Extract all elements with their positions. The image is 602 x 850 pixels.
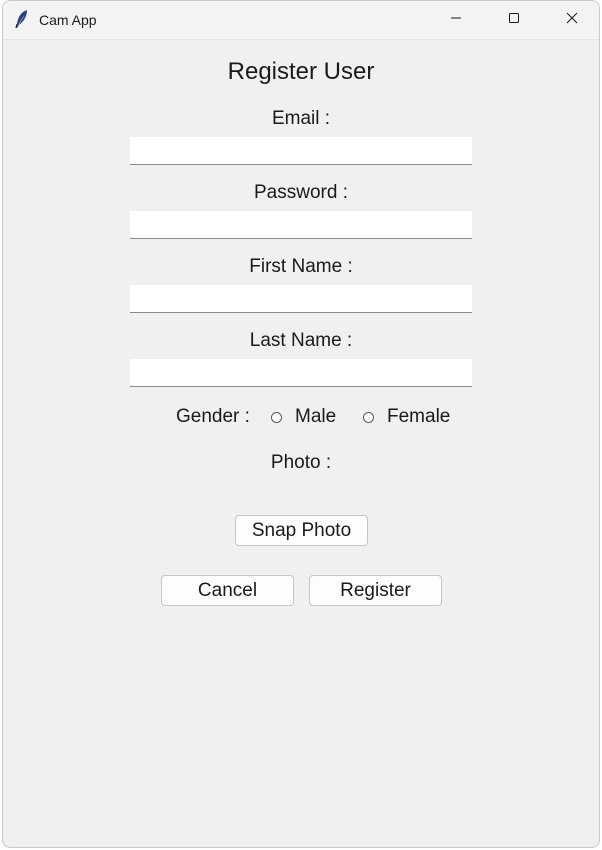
- window-title: Cam App: [39, 12, 97, 28]
- cancel-button[interactable]: Cancel: [161, 575, 294, 606]
- title-bar[interactable]: Cam App: [3, 1, 599, 40]
- password-label: Password :: [254, 182, 348, 203]
- minimize-button[interactable]: [427, 1, 485, 39]
- password-field[interactable]: [130, 211, 472, 239]
- minimize-icon: [450, 11, 462, 29]
- app-window: Cam App Register User Email : Password :…: [2, 0, 600, 848]
- close-button[interactable]: [543, 1, 599, 39]
- gender-male-radio[interactable]: Male: [271, 406, 336, 428]
- first-name-label: First Name :: [249, 256, 353, 277]
- gender-row: Gender : Male Female: [3, 406, 599, 432]
- register-button[interactable]: Register: [309, 575, 442, 606]
- email-field[interactable]: [130, 137, 472, 165]
- gender-male-label: Male: [295, 406, 337, 427]
- email-label: Email :: [271, 108, 331, 129]
- page-title: Register User: [227, 58, 375, 85]
- snap-photo-button[interactable]: Snap Photo: [235, 515, 368, 546]
- feather-icon: [13, 9, 31, 29]
- last-name-field[interactable]: [130, 359, 472, 387]
- gender-label: Gender :: [176, 406, 250, 427]
- first-name-field[interactable]: [130, 285, 472, 313]
- gender-female-label: Female: [387, 406, 451, 427]
- maximize-icon: [508, 11, 520, 29]
- last-name-label: Last Name :: [249, 330, 353, 351]
- radio-button-icon[interactable]: [271, 412, 282, 423]
- gender-female-radio[interactable]: Female: [363, 406, 450, 428]
- maximize-button[interactable]: [485, 1, 543, 39]
- photo-label: Photo :: [270, 452, 332, 473]
- radio-button-icon[interactable]: [363, 412, 374, 423]
- close-icon: [566, 11, 578, 29]
